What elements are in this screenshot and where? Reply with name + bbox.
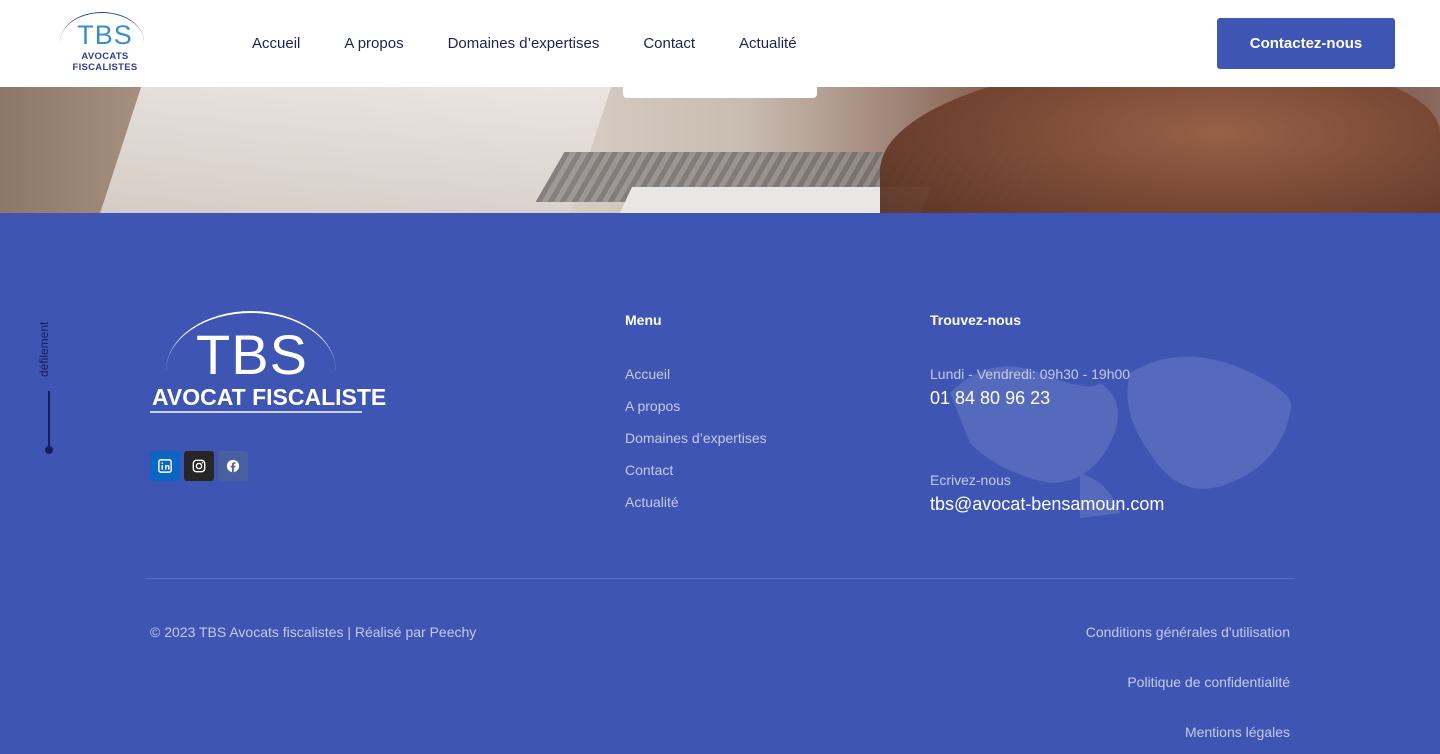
footer-divider [145, 578, 1295, 579]
menu-title: Menu [625, 312, 662, 328]
facebook-icon [226, 459, 240, 473]
nav-contact[interactable]: Contact [643, 35, 695, 52]
logo-brand: TBS [77, 20, 133, 50]
footer-logo[interactable]: TBS AVOCAT FISCALISTE [150, 311, 386, 415]
legal-notice-link[interactable]: Mentions légales [1086, 724, 1290, 754]
site-header: TBS AVOCATS FISCALISTES Accueil A propos… [0, 0, 1440, 87]
instagram-icon [192, 459, 206, 473]
logo-subtitle: AVOCATS FISCALISTES [72, 51, 138, 73]
scroll-dot [45, 446, 53, 454]
nav-domaines[interactable]: Domaines d’expertises [448, 35, 600, 52]
hours-label: Lundi - Vendredi: 09h30 - 19h00 [930, 366, 1131, 382]
site-footer: défilement TBS AVOCAT FISCALISTE Menu Ac… [0, 213, 1440, 754]
hero-paper [95, 87, 615, 213]
nav-a-propos[interactable]: A propos [344, 35, 403, 52]
nav-actualite[interactable]: Actualité [739, 35, 797, 52]
footer-menu-accueil[interactable]: Accueil [625, 366, 767, 398]
main-nav: Accueil A propos Domaines d’expertises C… [252, 0, 841, 87]
footer-menu-contact[interactable]: Contact [625, 462, 767, 494]
linkedin-button[interactable] [150, 451, 180, 481]
footer-menu-a-propos[interactable]: A propos [625, 398, 767, 430]
email-address[interactable]: tbs@avocat-bensamoun.com [930, 494, 1300, 515]
linkedin-icon [158, 459, 172, 473]
terms-link[interactable]: Conditions générales d'utilisation [1086, 624, 1290, 674]
footer-menu: Accueil A propos Domaines d’expertises C… [625, 366, 767, 526]
privacy-link[interactable]: Politique de confidentialité [1086, 674, 1290, 724]
footer-menu-domaines[interactable]: Domaines d’expertises [625, 430, 767, 462]
hero-card-edge [623, 87, 817, 98]
hero-hand [880, 87, 1440, 213]
contact-button[interactable]: Contactez-nous [1217, 18, 1395, 69]
footer-logo-brand: TBS [196, 323, 308, 386]
social-links [150, 451, 248, 481]
nav-accueil[interactable]: Accueil [252, 35, 300, 52]
contact-info: Lundi - Vendredi: 09h30 - 19h00 01 84 80… [930, 366, 1300, 515]
scroll-indicator[interactable]: défilement [33, 315, 65, 385]
instagram-button[interactable] [184, 451, 214, 481]
hero-image [0, 87, 1440, 213]
find-title: Trouvez-nous [930, 312, 1022, 328]
header-logo[interactable]: TBS AVOCATS FISCALISTES [48, 12, 162, 73]
copyright-text: © 2023 TBS Avocats fiscalistes | Réalisé… [150, 624, 477, 640]
scroll-label: défilement [37, 321, 51, 377]
scroll-line [48, 391, 50, 449]
footer-menu-actualite[interactable]: Actualité [625, 494, 767, 526]
email-label: Ecrivez-nous [930, 472, 1011, 488]
footer-logo-subtitle: AVOCAT FISCALISTE [150, 383, 386, 413]
legal-links: Conditions générales d'utilisation Polit… [1086, 624, 1290, 754]
phone-number[interactable]: 01 84 80 96 23 [930, 388, 1300, 409]
facebook-button[interactable] [218, 451, 248, 481]
